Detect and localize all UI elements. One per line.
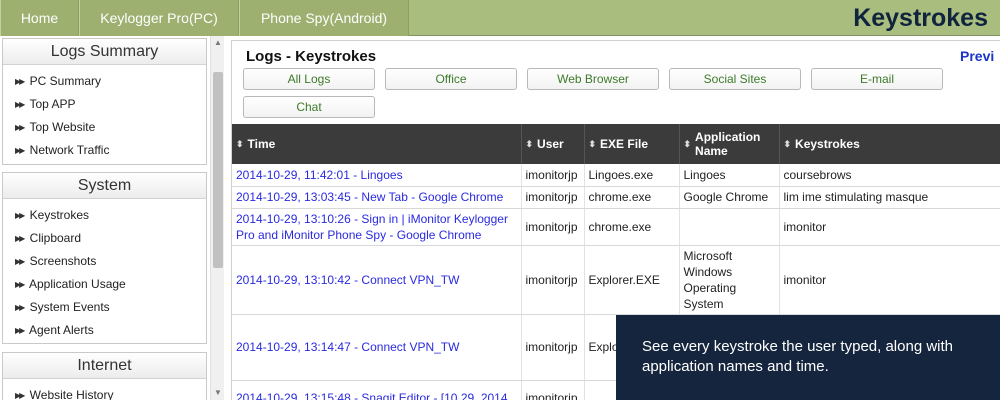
sidebar-item-pc-summary[interactable]: ▶▶ PC Summary xyxy=(3,70,206,93)
double-arrow-icon: ▶▶ xyxy=(15,100,25,109)
filter-social-sites-button[interactable]: Social Sites xyxy=(669,68,801,90)
top-nav-bar: Home Keylogger Pro(PC) Phone Spy(Android… xyxy=(0,0,1000,36)
cell-user: imonitorjp xyxy=(521,164,585,187)
logs-summary-panel: Logs Summary ▶▶ PC Summary ▶▶ Top APP ▶▶… xyxy=(2,38,207,165)
column-header-user[interactable]: ⬍ User xyxy=(521,124,585,164)
cell-user: imonitorjp xyxy=(521,380,585,400)
sort-icon: ⬍ xyxy=(588,139,597,149)
cell-app: Lingoes xyxy=(679,164,780,187)
sidebar-item-keystrokes[interactable]: ▶▶ Keystrokes xyxy=(3,204,206,227)
sidebar-scrollbar[interactable]: ▲ ▼ xyxy=(210,36,224,400)
panel-title: Logs Summary xyxy=(3,39,206,65)
cell-exe: Explorer.EXE xyxy=(584,245,680,315)
log-time-link[interactable]: 2014-10-29, 11:42:01 - Lingoes xyxy=(232,164,522,187)
sidebar-item-clipboard[interactable]: ▶▶ Clipboard xyxy=(3,227,206,250)
page-brand-title: Keystrokes xyxy=(853,4,988,32)
table-row: 2014-10-29, 13:10:26 - Sign in | iMonito… xyxy=(232,208,1000,246)
log-time-link[interactable]: 2014-10-29, 13:10:42 - Connect VPN_TW xyxy=(232,245,522,315)
double-arrow-icon: ▶▶ xyxy=(15,211,25,220)
nav-tab-keylogger-pro[interactable]: Keylogger Pro(PC) xyxy=(79,0,239,36)
table-row: 2014-10-29, 13:10:42 - Connect VPN_TW im… xyxy=(232,245,1000,315)
cell-keystrokes: imonitor xyxy=(779,208,1000,246)
table-row: 2014-10-29, 13:03:45 - New Tab - Google … xyxy=(232,186,1000,209)
filter-office-button[interactable]: Office xyxy=(385,68,517,90)
cell-user: imonitorjp xyxy=(521,245,585,315)
column-header-keystrokes[interactable]: ⬍ Keystrokes xyxy=(779,124,1000,164)
double-arrow-icon: ▶▶ xyxy=(15,303,25,312)
sidebar-item-top-website[interactable]: ▶▶ Top Website xyxy=(3,116,206,139)
sidebar-item-agent-alerts[interactable]: ▶▶ Agent Alerts xyxy=(3,319,206,342)
nav-tab-home[interactable]: Home xyxy=(0,0,79,36)
sidebar-item-application-usage[interactable]: ▶▶ Application Usage xyxy=(3,273,206,296)
scroll-down-arrow-icon[interactable]: ▼ xyxy=(211,386,225,400)
log-time-link[interactable]: 2014-10-29, 13:14:47 - Connect VPN_TW xyxy=(232,314,522,381)
double-arrow-icon: ▶▶ xyxy=(15,234,25,243)
cell-user: imonitorjp xyxy=(521,208,585,246)
panel-title: Internet xyxy=(3,353,206,379)
log-time-link[interactable]: 2014-10-29, 13:03:45 - New Tab - Google … xyxy=(232,186,522,209)
internet-panel: Internet ▶▶ Website History xyxy=(2,352,207,400)
double-arrow-icon: ▶▶ xyxy=(15,257,25,266)
cell-app xyxy=(679,208,780,246)
sidebar-item-website-history[interactable]: ▶▶ Website History xyxy=(3,384,206,400)
cell-keystrokes: imonitor xyxy=(779,245,1000,315)
filter-chat-button[interactable]: Chat xyxy=(243,96,375,118)
sort-icon: ⬍ xyxy=(783,139,792,149)
feature-tooltip: See every keystroke the user typed, alon… xyxy=(616,315,1000,400)
double-arrow-icon: ▶▶ xyxy=(15,146,25,155)
sidebar-item-top-app[interactable]: ▶▶ Top APP xyxy=(3,93,206,116)
page-title: Logs - Keystrokes xyxy=(246,48,377,65)
sort-icon: ⬍ xyxy=(236,139,244,149)
filter-web-browser-button[interactable]: Web Browser xyxy=(527,68,659,90)
system-panel: System ▶▶ Keystrokes ▶▶ Clipboard ▶▶ Scr… xyxy=(2,172,207,344)
cell-user: imonitorjp xyxy=(521,186,585,209)
double-arrow-icon: ▶▶ xyxy=(15,77,25,86)
sidebar: Logs Summary ▶▶ PC Summary ▶▶ Top APP ▶▶… xyxy=(0,36,228,400)
cell-keystrokes: coursebrows xyxy=(779,164,1000,187)
log-time-link[interactable]: 2014-10-29, 13:10:26 - Sign in | iMonito… xyxy=(232,208,522,246)
cell-keystrokes: lim ime stimulating masque xyxy=(779,186,1000,209)
cell-exe: chrome.exe xyxy=(584,208,680,246)
column-header-time[interactable]: ⬍ Time xyxy=(232,124,522,164)
scrollbar-thumb[interactable] xyxy=(213,72,223,268)
cell-user: imonitorjp xyxy=(521,314,585,381)
sidebar-item-network-traffic[interactable]: ▶▶ Network Traffic xyxy=(3,139,206,162)
double-arrow-icon: ▶▶ xyxy=(15,391,25,400)
double-arrow-icon: ▶▶ xyxy=(15,280,25,289)
table-header-row: ⬍ Time ⬍ User ⬍ EXE File ⬍ Application Name … xyxy=(232,124,1000,164)
sidebar-item-screenshots[interactable]: ▶▶ Screenshots xyxy=(3,250,206,273)
cell-app: Google Chrome xyxy=(679,186,780,209)
column-header-exe-file[interactable]: ⬍ EXE File xyxy=(584,124,680,164)
scroll-up-arrow-icon[interactable]: ▲ xyxy=(211,36,225,50)
filter-all-logs-button[interactable]: All Logs xyxy=(243,68,375,90)
double-arrow-icon: ▶▶ xyxy=(15,326,25,335)
table-row: 2014-10-29, 11:42:01 - Lingoes imonitorj… xyxy=(232,164,1000,187)
double-arrow-icon: ▶▶ xyxy=(15,123,25,132)
sort-icon: ⬍ xyxy=(525,139,534,149)
cell-app: Microsoft Windows Operating System xyxy=(679,245,780,315)
cell-exe: chrome.exe xyxy=(584,186,680,209)
panel-title: System xyxy=(3,173,206,199)
nav-tab-phone-spy[interactable]: Phone Spy(Android) xyxy=(239,0,409,36)
sidebar-item-system-events[interactable]: ▶▶ System Events xyxy=(3,296,206,319)
sort-icon: ⬍ xyxy=(683,139,692,149)
previous-link[interactable]: Previ xyxy=(960,48,994,64)
log-time-link[interactable]: 2014-10-29, 13:15:48 - Snagit Editor - [… xyxy=(232,380,522,400)
cell-exe: Lingoes.exe xyxy=(584,164,680,187)
filter-email-button[interactable]: E-mail xyxy=(811,68,943,90)
column-header-application-name[interactable]: ⬍ Application Name xyxy=(679,124,780,164)
